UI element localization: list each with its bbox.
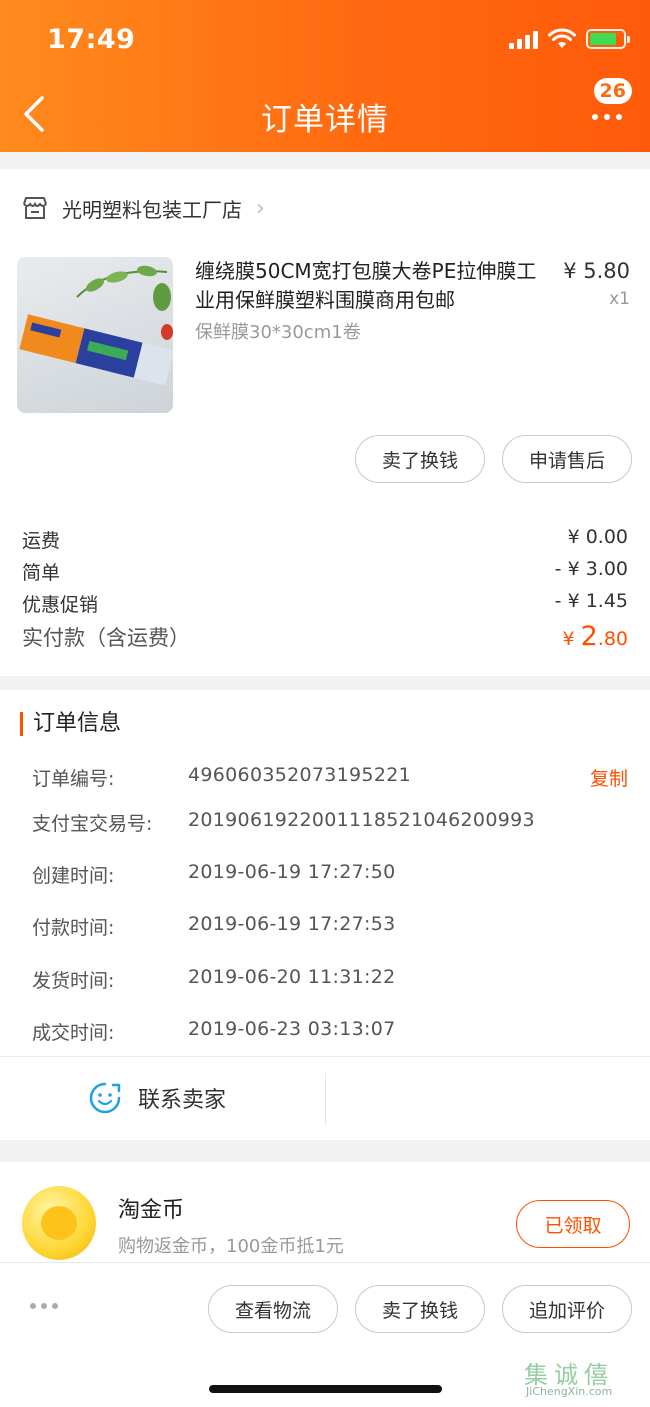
fee-row-shipping: 运费 ¥ 0.00 xyxy=(22,526,628,553)
info-value: 2019-06-19 17:27:50 xyxy=(188,861,396,883)
add-review-button[interactable]: 追加评价 xyxy=(502,1285,632,1333)
apply-after-sale-button[interactable]: 申请售后 xyxy=(502,435,632,483)
total-integer: 2 xyxy=(580,621,598,652)
contact-seller-label: 联系卖家 xyxy=(138,1088,227,1113)
info-label: 订单编号: xyxy=(32,768,115,790)
product-thumbnail[interactable] xyxy=(17,257,173,413)
store-icon xyxy=(23,197,47,219)
total-paid-amount: ¥ 2.80 xyxy=(562,621,628,652)
fee-label: 简单 xyxy=(22,562,61,584)
product-price: ¥ 5.80 xyxy=(563,259,630,283)
gold-coin-icon xyxy=(22,1186,96,1260)
more-menu-button[interactable]: 26 xyxy=(588,78,632,128)
info-value: 2019061922001118521046200993 xyxy=(188,809,535,831)
contact-seller-row: 联系卖家 xyxy=(0,1056,650,1140)
product-spec: 保鲜膜30*30cm1卷 xyxy=(195,322,361,343)
bottom-action-bar: 查看物流 卖了换钱 追加评价 集诚僖 JiChengXin.com xyxy=(0,1262,650,1407)
product-title[interactable]: 缠绕膜50CM宽打包膜大卷PE拉伸膜工业用保鲜膜塑料围膜商用包邮 xyxy=(195,257,545,315)
currency-symbol: ¥ xyxy=(562,628,581,650)
wifi-icon xyxy=(548,28,576,48)
info-value: 2019-06-19 17:27:53 xyxy=(188,913,396,935)
total-paid-label: 实付款（含运费） xyxy=(22,626,190,650)
taojinbi-card: 淘金币 购物返金币，100金币抵1元 已领取 xyxy=(0,1162,650,1262)
product-quantity: x1 xyxy=(609,289,630,309)
chat-smiley-icon xyxy=(89,1082,121,1114)
sell-for-cash-button[interactable]: 卖了换钱 xyxy=(355,435,485,483)
total-paid-row: 实付款（含运费） ¥ 2.80 xyxy=(22,621,628,652)
info-label: 创建时间: xyxy=(32,865,115,887)
claimed-button[interactable]: 已领取 xyxy=(516,1200,630,1248)
info-label: 支付宝交易号: xyxy=(32,813,153,835)
header: 17:49 订单详情 26 xyxy=(0,0,650,152)
fee-row-promotion: 优惠促销 - ¥ 1.45 xyxy=(22,590,628,617)
fee-value: - ¥ 1.45 xyxy=(554,590,628,612)
shop-row[interactable]: 光明塑料包装工厂店 › xyxy=(0,169,650,247)
view-logistics-button[interactable]: 查看物流 xyxy=(208,1285,338,1333)
info-label: 发货时间: xyxy=(32,970,115,992)
fee-value: ¥ 0.00 xyxy=(567,526,628,548)
info-value: 496060352073195221 xyxy=(188,764,411,786)
more-icon xyxy=(592,114,622,120)
order-info-title: 订单信息 xyxy=(20,712,121,736)
wrap-film-roll-image xyxy=(19,265,173,386)
copy-order-number-button[interactable]: 复制 xyxy=(590,764,628,791)
contact-seller-button[interactable]: 联系卖家 xyxy=(88,1081,226,1115)
fee-label: 优惠促销 xyxy=(22,594,99,616)
fee-value: - ¥ 3.00 xyxy=(554,558,628,580)
sell-for-cash-bottom-button[interactable]: 卖了换钱 xyxy=(355,1285,485,1333)
message-count-badge: 26 xyxy=(593,78,632,104)
status-time: 17:49 xyxy=(47,24,136,55)
chevron-right-icon: › xyxy=(256,195,265,221)
info-label: 成交时间: xyxy=(32,1022,115,1044)
order-info-card: 订单信息 订单编号: 496060352073195221 复制 支付宝交易号:… xyxy=(0,690,650,1140)
signal-icon xyxy=(509,29,538,49)
watermark-logo: 集诚僖 JiChengXin.com xyxy=(524,1355,644,1401)
page-title: 订单详情 xyxy=(261,102,389,138)
shop-name: 光明塑料包装工厂店 xyxy=(62,197,242,222)
coins-subtitle: 购物返金币，100金币抵1元 xyxy=(118,1236,344,1257)
fee-row-discount: 简单 - ¥ 3.00 xyxy=(22,558,628,585)
info-label: 付款时间: xyxy=(32,917,115,939)
status-icons xyxy=(509,28,630,50)
coins-title: 淘金币 xyxy=(118,1198,185,1223)
info-value: 2019-06-23 03:13:07 xyxy=(188,1018,396,1040)
order-product-card: 光明塑料包装工厂店 › 缠绕膜50CM宽打包膜大卷PE拉伸膜工业用保鲜膜塑料围膜… xyxy=(0,169,650,676)
watermark-url: JiChengXin.com xyxy=(526,1385,613,1398)
info-value: 2019-06-20 11:31:22 xyxy=(188,966,396,988)
home-indicator xyxy=(209,1385,442,1393)
divider xyxy=(325,1073,326,1125)
fee-label: 运费 xyxy=(22,530,61,552)
battery-icon xyxy=(586,29,630,49)
more-actions-icon[interactable] xyxy=(30,1303,58,1309)
total-decimal: .80 xyxy=(597,628,628,650)
